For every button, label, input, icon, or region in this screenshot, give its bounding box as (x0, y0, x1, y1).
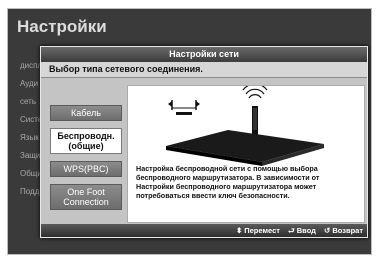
menu-item-system[interactable]: Систе (20, 111, 42, 129)
menu-item-display[interactable]: диспл (20, 57, 42, 75)
blu-ray-player-image (166, 130, 324, 166)
option-cable[interactable]: Кабель (50, 105, 122, 121)
menu-item-security[interactable]: Защи (20, 147, 42, 165)
tv-stand-icon (168, 100, 200, 115)
enter-icon: ⮐ (288, 226, 295, 235)
updown-arrow-icon: ⬍ (235, 226, 243, 235)
tv-screen: Настройки диспл Ауди сеть Систе Язык Защ… (7, 8, 372, 255)
footer-move: Перемест (244, 226, 280, 235)
dialog-subtitle: Выбор типа сетевого соединения. (41, 62, 367, 78)
option-description: Настройка беспроводной сети с помощью вы… (136, 164, 320, 200)
settings-title: Настройки (17, 17, 107, 36)
network-settings-dialog: Настройки сети Выбор типа сетевого соеди… (40, 46, 368, 238)
option-wps-pbc[interactable]: WPS(PBC) (50, 161, 122, 177)
dialog-title: Настройки сети (41, 47, 367, 62)
return-icon: ↺ (324, 226, 331, 235)
connection-type-list: Кабель Беспроводн. (общие) WPS(PBC) One … (45, 88, 127, 217)
menu-item-audio[interactable]: Ауди (20, 75, 42, 93)
tv-frame: Настройки диспл Ауди сеть Систе Язык Защ… (0, 0, 378, 262)
footer-enter[interactable]: Ввод (297, 226, 316, 235)
router-icon (252, 106, 258, 136)
wireless-illustration (166, 86, 324, 166)
settings-menu: диспл Ауди сеть Систе Язык Защи Общи Под… (20, 57, 42, 201)
footer-back[interactable]: Возврат (332, 226, 363, 235)
menu-item-support[interactable]: Подд (20, 183, 42, 201)
menu-item-general[interactable]: Общи (20, 165, 42, 183)
wireless-icon (242, 86, 268, 99)
dialog-footer: ⬍ Перемест ⮐ Ввод ↺ Возврат (41, 224, 367, 237)
option-one-foot-connection[interactable]: One Foot Connection (50, 184, 122, 210)
illustration-panel: Настройка беспроводной сети с помощью вы… (127, 85, 365, 223)
footer-hints: ⬍ Перемест ⮐ Ввод ↺ Возврат (230, 225, 363, 238)
menu-item-language[interactable]: Язык (20, 129, 42, 147)
menu-item-network[interactable]: сеть (20, 93, 42, 111)
option-wireless-general[interactable]: Беспроводн. (общие) (50, 128, 122, 154)
